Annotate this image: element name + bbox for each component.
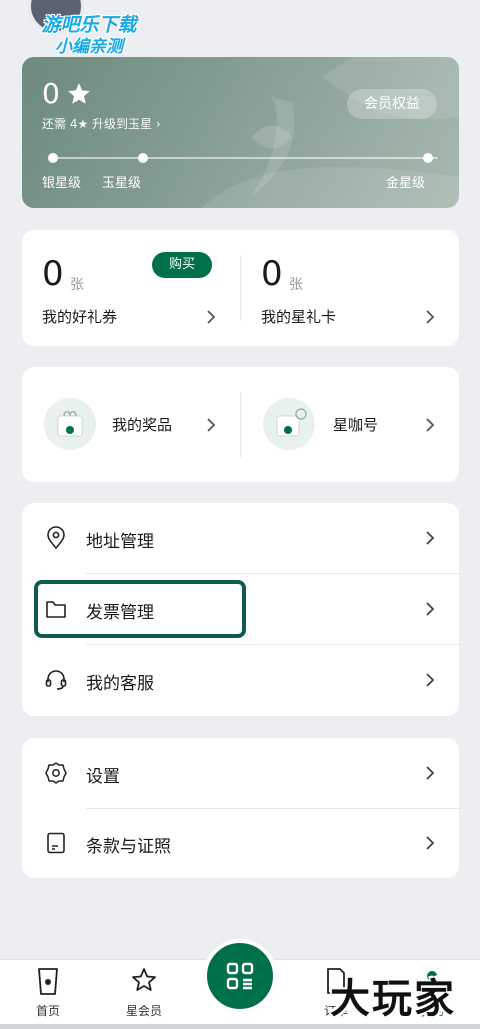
- level-progress: [48, 153, 438, 163]
- star-card-title: 我的星礼卡: [261, 308, 337, 326]
- star-coffee-id-title: 星咖号: [333, 416, 379, 434]
- watermark-text: 大玩家: [330, 976, 456, 1022]
- document-icon: [47, 832, 65, 854]
- chevron-right-icon: [426, 418, 435, 432]
- menu-item-customer-service[interactable]: 我的客服: [22, 645, 459, 715]
- star-coffee-id[interactable]: 星咖号: [241, 367, 459, 482]
- qr-scan-button[interactable]: [203, 939, 277, 1013]
- invoice-highlight-box: [34, 580, 246, 638]
- prize-card: 我的奖品 星咖号: [22, 367, 459, 482]
- star-card-unit: 张: [289, 277, 303, 293]
- watermark-line-1: 游吧乐下载: [41, 14, 137, 36]
- tab-label: 首页: [35, 1004, 60, 1018]
- watermark-line-2: 小编亲测: [55, 37, 123, 57]
- level-dot-gold: [423, 153, 433, 163]
- headset-icon: [45, 670, 67, 690]
- chevron-right-icon: [426, 673, 435, 687]
- menu-item-label: 条款与证照: [86, 837, 171, 857]
- upgrade-hint-text: 还需 4★ 升级到玉星: [42, 117, 153, 131]
- cup-icon: [38, 968, 58, 995]
- member-benefits-button[interactable]: 会员权益: [347, 89, 437, 119]
- qr-code-icon: [226, 962, 254, 990]
- coffee-cup-icon: [263, 398, 315, 450]
- status-area: 游吧乐下载 小编亲测: [0, 0, 480, 57]
- star-card-count: 0: [261, 254, 283, 294]
- chevron-right-icon: ›: [155, 117, 161, 131]
- level-label-gold: 金星级: [386, 176, 426, 191]
- chevron-right-icon: [207, 418, 216, 432]
- home-indicator: [0, 1024, 480, 1029]
- my-prizes-title: 我的奖品: [112, 416, 173, 434]
- chevron-right-icon: [426, 310, 435, 324]
- star-count: 0: [42, 77, 60, 110]
- coupon-count: 0: [42, 254, 64, 294]
- level-dot-silver: [48, 153, 58, 163]
- gear-icon: [45, 762, 67, 784]
- gift-cup-icon: [44, 398, 96, 450]
- location-pin-icon: [47, 526, 65, 550]
- tab-member[interactable]: 星会员: [104, 960, 184, 1029]
- tab-home[interactable]: 首页: [8, 960, 88, 1029]
- menu-item-settings[interactable]: 设置: [22, 738, 459, 808]
- star-icon: [132, 968, 156, 991]
- menu-item-terms[interactable]: 条款与证照: [22, 808, 459, 878]
- member-card[interactable]: 0 还需 4★ 升级到玉星 › 会员权益 银星级 玉星级 金星级: [22, 57, 459, 208]
- chevron-right-icon: [426, 602, 435, 616]
- my-coupons[interactable]: 0 张 购买 我的好礼券: [22, 230, 240, 346]
- upgrade-hint[interactable]: 还需 4★ 升级到玉星 ›: [42, 115, 161, 132]
- my-star-cards[interactable]: 0 张 我的星礼卡: [241, 230, 459, 346]
- coupon-card: 0 张 购买 我的好礼券 0 张 我的星礼卡: [22, 230, 459, 346]
- menu-item-label: 地址管理: [86, 532, 154, 552]
- chevron-right-icon: [426, 836, 435, 850]
- star-balance: 0: [42, 77, 92, 111]
- level-dot-jade: [138, 153, 148, 163]
- buy-coupon-button[interactable]: 购买: [152, 252, 212, 278]
- level-label-jade: 玉星级: [102, 176, 142, 191]
- level-label-silver: 银星级: [42, 176, 82, 191]
- menu-item-label: 设置: [86, 767, 120, 787]
- my-prizes[interactable]: 我的奖品: [22, 367, 240, 482]
- chevron-right-icon: [207, 310, 216, 324]
- chevron-right-icon: [426, 766, 435, 780]
- tab-label: 星会员: [125, 1004, 162, 1018]
- star-icon: [67, 83, 90, 104]
- watermark-logo: 游吧乐下载 小编亲测: [14, 14, 164, 58]
- coupon-title: 我的好礼券: [42, 308, 118, 326]
- chevron-right-icon: [426, 531, 435, 545]
- coupon-unit: 张: [70, 277, 84, 293]
- menu-item-address[interactable]: 地址管理: [22, 503, 459, 573]
- settings-menu: 设置 条款与证照: [22, 738, 459, 878]
- menu-item-label: 我的客服: [86, 674, 154, 694]
